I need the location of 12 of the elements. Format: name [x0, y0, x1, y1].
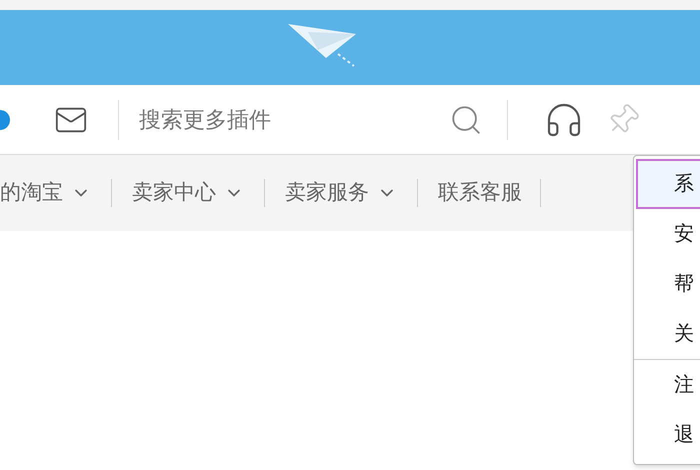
search-field[interactable]: 搜索更多插件: [139, 103, 429, 136]
menu-item[interactable]: 退: [636, 410, 700, 460]
nav-link[interactable]: 卖家中心: [132, 177, 244, 209]
nav-link[interactable]: 卖家服务: [285, 177, 397, 209]
menu-item[interactable]: 安: [636, 209, 700, 259]
menu-item[interactable]: 关: [636, 309, 700, 359]
menu-item[interactable]: 注: [636, 360, 700, 410]
nav-link[interactable]: 联系客服: [438, 177, 522, 209]
menu-item[interactable]: 帮: [636, 259, 700, 309]
menu-item[interactable]: 系: [636, 159, 700, 209]
nav-link[interactable]: 的淘宝: [0, 177, 91, 209]
paper-plane-icon: [288, 24, 358, 68]
